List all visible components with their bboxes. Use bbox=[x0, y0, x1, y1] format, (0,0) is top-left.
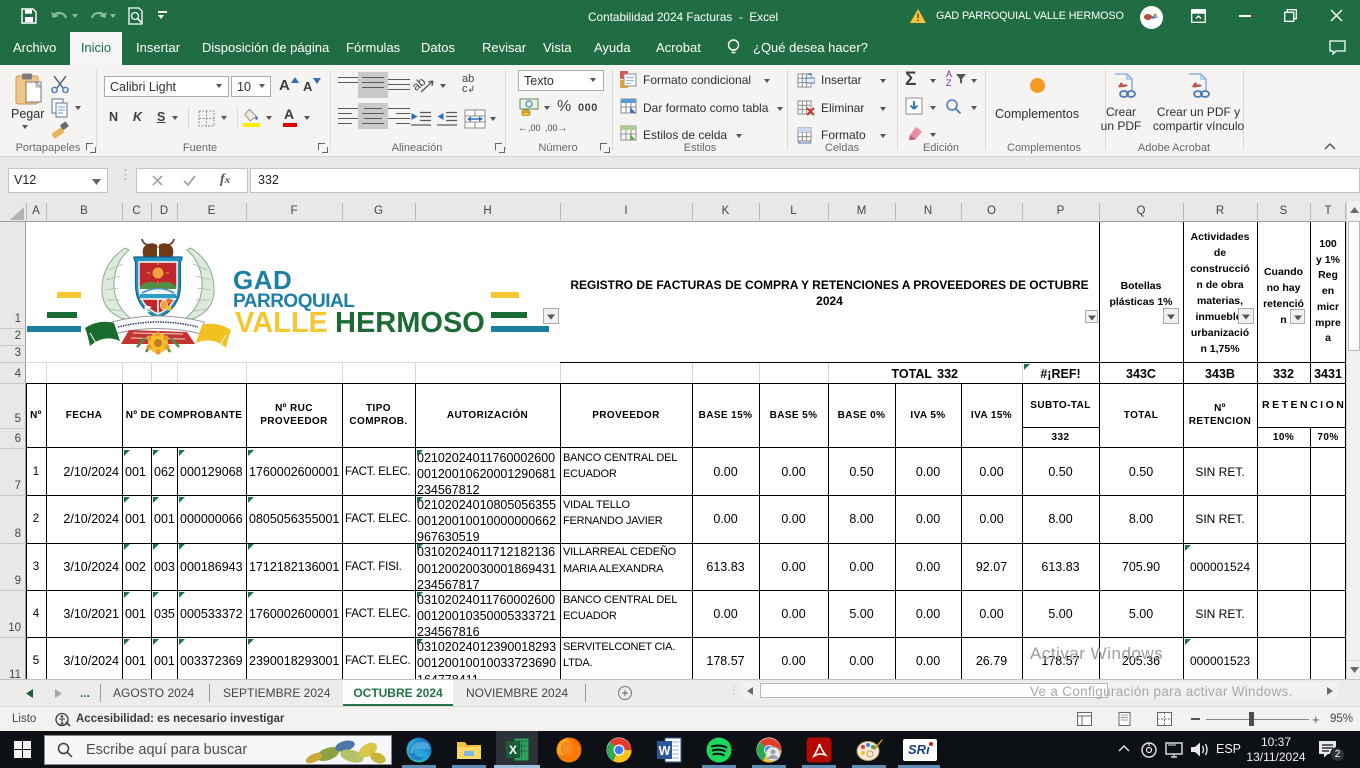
svg-text:X: X bbox=[509, 743, 517, 757]
svg-text:W: W bbox=[659, 744, 671, 758]
